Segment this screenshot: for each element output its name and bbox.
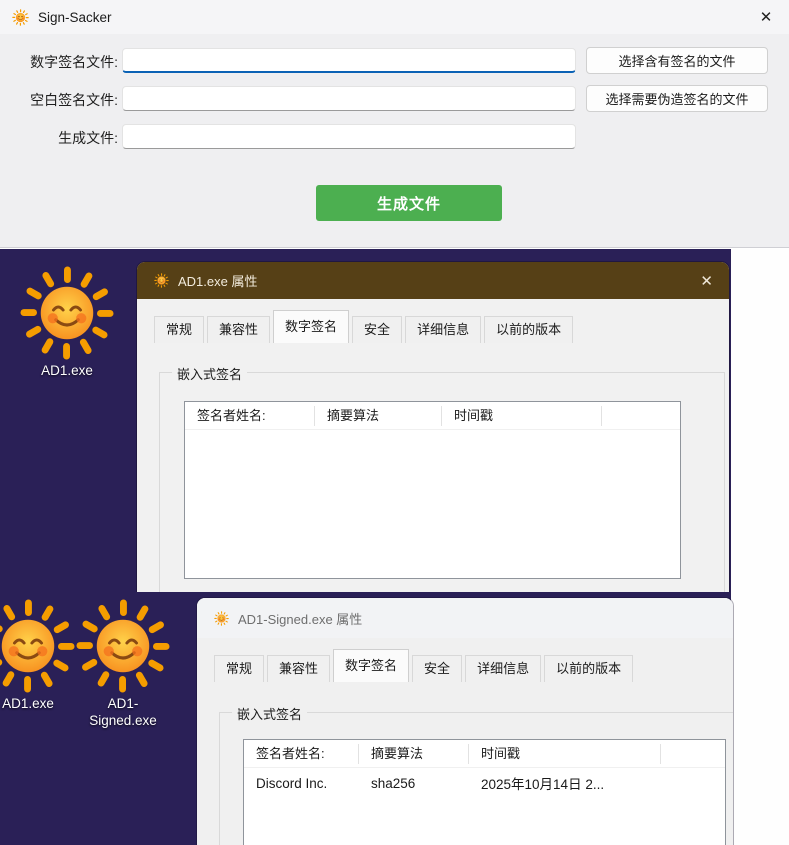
tab-strip: 常规 兼容性 数字签名 安全 详细信息 以前的版本 bbox=[137, 310, 729, 343]
embedded-signatures-group: 嵌入式签名 签名者姓名: 摘要算法 时间戳 bbox=[159, 372, 725, 592]
signer-name-cell: Discord Inc. bbox=[244, 776, 359, 791]
list-header: 签名者姓名: 摘要算法 时间戳 bbox=[244, 740, 725, 768]
white-column bbox=[731, 249, 789, 592]
sun-icon bbox=[12, 9, 29, 26]
properties-dialog-ad1: AD1.exe 属性 ✕ 常规 兼容性 数字签名 安全 详细信息 以前的版本 嵌… bbox=[137, 262, 729, 592]
sun-icon bbox=[75, 598, 171, 694]
sign-sacker-titlebar: Sign-Sacker ✕ bbox=[0, 0, 789, 34]
blank-file-label: 空白签名文件: bbox=[0, 90, 118, 110]
tab-digital-signatures[interactable]: 数字签名 bbox=[273, 310, 349, 343]
close-icon[interactable]: ✕ bbox=[700, 262, 713, 299]
generate-file-button[interactable]: 生成文件 bbox=[316, 185, 502, 221]
output-file-input[interactable] bbox=[122, 124, 576, 149]
white-column bbox=[731, 592, 789, 845]
desktop-icon-label: AD1-Signed.exe bbox=[75, 696, 171, 730]
tab-security[interactable]: 安全 bbox=[352, 316, 402, 343]
blank-file-input[interactable] bbox=[122, 86, 576, 111]
output-file-label: 生成文件: bbox=[0, 128, 118, 148]
desktop-icon-label: AD1.exe bbox=[0, 696, 76, 713]
sign-sacker-window: Sign-Sacker ✕ 数字签名文件: 选择含有签名的文件 空白签名文件: … bbox=[0, 0, 789, 248]
column-digest-algorithm[interactable]: 摘要算法 bbox=[315, 406, 442, 426]
tab-general[interactable]: 常规 bbox=[154, 316, 204, 343]
column-digest-algorithm[interactable]: 摘要算法 bbox=[359, 744, 469, 764]
close-icon[interactable]: ✕ bbox=[743, 0, 789, 34]
screenshot-root: Sign-Sacker ✕ 数字签名文件: 选择含有签名的文件 空白签名文件: … bbox=[0, 0, 789, 845]
tab-digital-signatures[interactable]: 数字签名 bbox=[333, 649, 409, 682]
dialog-title: AD1.exe 属性 bbox=[178, 271, 257, 290]
dialog-titlebar: AD1.exe 属性 ✕ bbox=[137, 262, 729, 299]
group-label: 嵌入式签名 bbox=[172, 364, 247, 383]
dialog-title: AD1-Signed.exe 属性 bbox=[238, 609, 362, 628]
table-row[interactable]: Discord Inc. sha256 2025年10月14日 2... bbox=[244, 768, 725, 798]
list-header: 签名者姓名: 摘要算法 时间戳 bbox=[185, 402, 680, 430]
window-title: Sign-Sacker bbox=[38, 10, 112, 25]
column-timestamp[interactable]: 时间戳 bbox=[442, 406, 602, 426]
signature-list[interactable]: 签名者姓名: 摘要算法 时间戳 Discord Inc. sha256 2025… bbox=[243, 739, 726, 845]
field-row-signed-file: 数字签名文件: bbox=[0, 52, 118, 72]
signed-file-label: 数字签名文件: bbox=[0, 52, 118, 72]
embedded-signatures-group: 嵌入式签名 签名者姓名: 摘要算法 时间戳 Discord Inc. sha25… bbox=[219, 712, 733, 845]
tab-details[interactable]: 详细信息 bbox=[465, 655, 541, 682]
tab-details[interactable]: 详细信息 bbox=[405, 316, 481, 343]
sun-icon bbox=[214, 611, 229, 626]
tab-security[interactable]: 安全 bbox=[412, 655, 462, 682]
signed-file-input[interactable] bbox=[122, 48, 576, 73]
field-row-blank-file: 空白签名文件: bbox=[0, 90, 118, 110]
desktop-bottom: AD1.exe AD1-Signed.exe AD1-Signed.exe 属性… bbox=[0, 592, 789, 845]
signature-list[interactable]: 签名者姓名: 摘要算法 时间戳 bbox=[184, 401, 681, 579]
desktop-icon-ad1-signed[interactable]: AD1-Signed.exe bbox=[75, 598, 171, 730]
desktop-icon-ad1[interactable]: AD1.exe bbox=[0, 598, 76, 713]
tab-strip: 常规 兼容性 数字签名 安全 详细信息 以前的版本 bbox=[197, 649, 733, 682]
timestamp-cell: 2025年10月14日 2... bbox=[469, 773, 661, 793]
sun-icon bbox=[19, 265, 115, 361]
tab-previous-versions[interactable]: 以前的版本 bbox=[544, 655, 633, 682]
sun-icon bbox=[0, 598, 76, 694]
desktop-top: AD1.exe AD1.exe 属性 ✕ 常规 兼容性 数字签名 安全 详细信息… bbox=[0, 249, 789, 592]
dialog-titlebar: AD1-Signed.exe 属性 bbox=[197, 598, 733, 638]
tab-compatibility[interactable]: 兼容性 bbox=[267, 655, 330, 682]
column-signer-name[interactable]: 签名者姓名: bbox=[244, 744, 359, 764]
choose-target-file-button[interactable]: 选择需要伪造签名的文件 bbox=[586, 85, 768, 112]
sun-icon bbox=[154, 273, 169, 288]
group-label: 嵌入式签名 bbox=[232, 704, 307, 723]
desktop-icon-ad1[interactable]: AD1.exe bbox=[19, 265, 115, 380]
digest-algorithm-cell: sha256 bbox=[359, 776, 469, 791]
tab-general[interactable]: 常规 bbox=[214, 655, 264, 682]
choose-signed-file-button[interactable]: 选择含有签名的文件 bbox=[586, 47, 768, 74]
tab-compatibility[interactable]: 兼容性 bbox=[207, 316, 270, 343]
field-row-output-file: 生成文件: bbox=[0, 128, 118, 148]
properties-dialog-ad1-signed: AD1-Signed.exe 属性 常规 兼容性 数字签名 安全 详细信息 以前… bbox=[197, 598, 733, 845]
desktop-icon-label: AD1.exe bbox=[19, 363, 115, 380]
column-timestamp[interactable]: 时间戳 bbox=[469, 744, 661, 764]
tab-previous-versions[interactable]: 以前的版本 bbox=[484, 316, 573, 343]
column-signer-name[interactable]: 签名者姓名: bbox=[185, 406, 315, 426]
